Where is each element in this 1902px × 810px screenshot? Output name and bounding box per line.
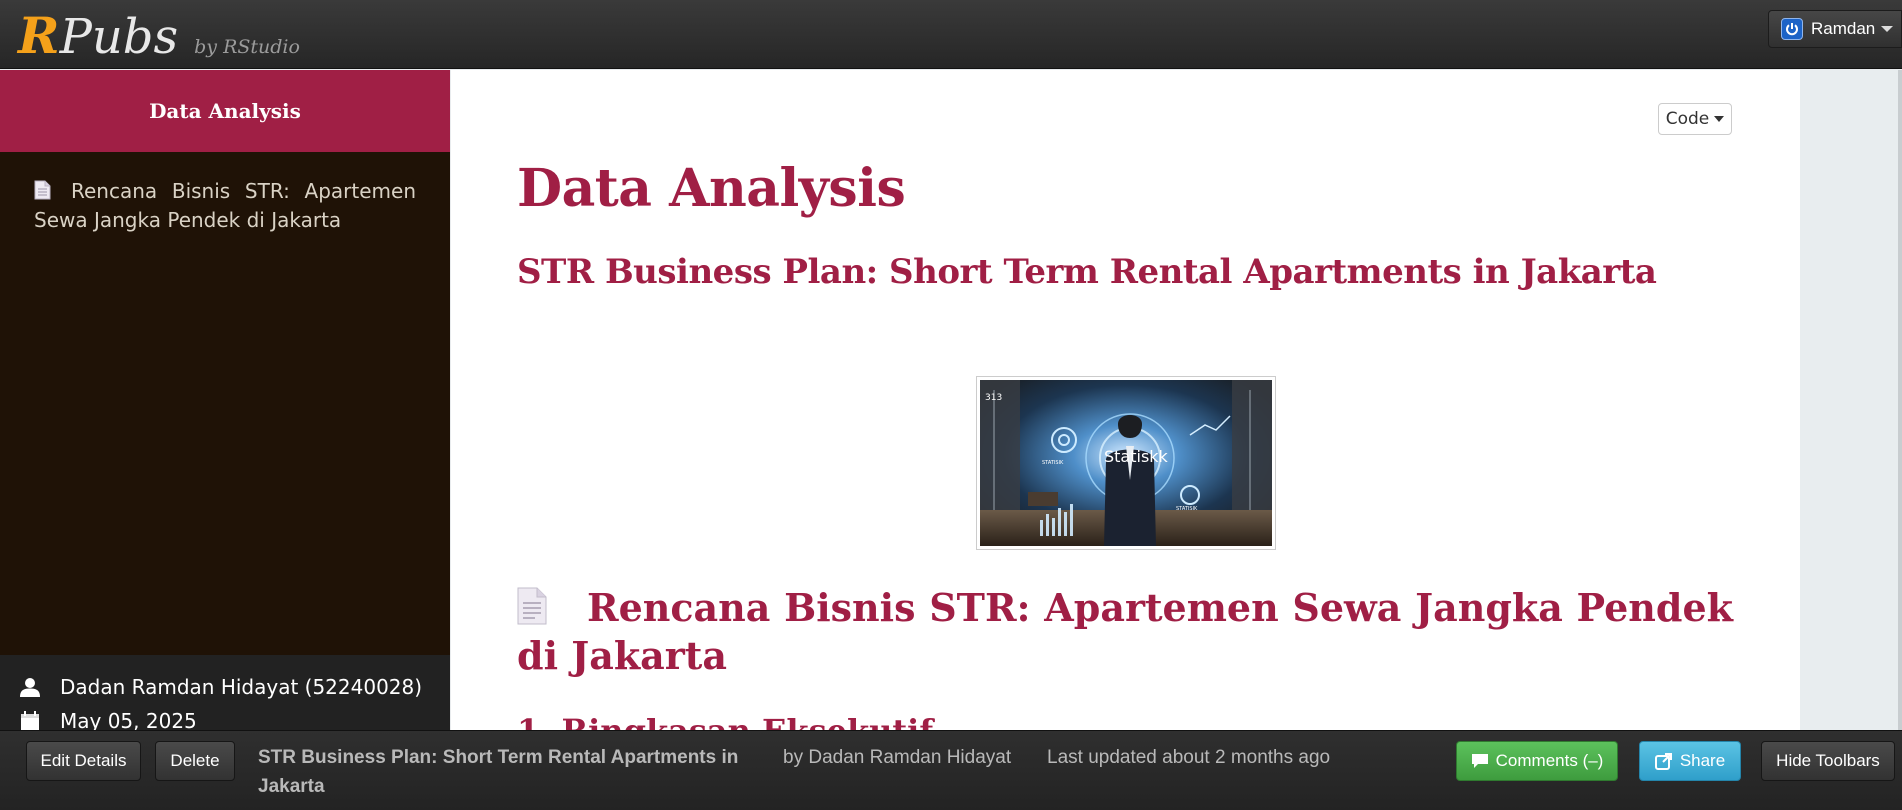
document-content: Code Data Analysis STR Business Plan: Sh… (451, 70, 1800, 730)
author-row: Dadan Ramdan Hidayat (52240028) (0, 670, 450, 704)
page-subtitle: STR Business Plan: Short Term Rental Apa… (517, 252, 1657, 292)
power-icon (1781, 18, 1803, 40)
user-icon (18, 676, 42, 698)
edit-details-button[interactable]: Edit Details (26, 741, 141, 781)
logo-by-rstudio: by RStudio (194, 36, 300, 58)
calendar-icon (18, 711, 42, 730)
image-label-statisik: STATISIK (1042, 460, 1064, 466)
page-title: Data Analysis (517, 158, 906, 219)
share-button[interactable]: Share (1639, 741, 1741, 781)
document-icon (34, 180, 51, 207)
chevron-down-icon (1714, 116, 1725, 122)
logo-pubs: Pubs (59, 9, 179, 65)
image-label-313: 313 (985, 393, 1002, 403)
document-icon (517, 587, 547, 634)
author-meta: Dadan Ramdan Hidayat (52240028) May 05, … (0, 655, 450, 730)
hide-toolbars-button[interactable]: Hide Toolbars (1761, 741, 1895, 781)
last-updated: Last updated about 2 months ago (1047, 747, 1331, 768)
comment-icon (1471, 753, 1489, 769)
date-row: May 05, 2025 (0, 704, 450, 730)
right-margin (1800, 70, 1902, 730)
toc-item[interactable]: Rencana Bisnis STR: Apartemen Sewa Jangk… (0, 152, 450, 234)
toc-item-label: Rencana Bisnis STR: Apartemen Sewa Jangk… (34, 179, 416, 232)
sidebar: Data Analysis Rencana Bisnis STR: Aparte… (0, 70, 450, 730)
chevron-down-icon (1881, 26, 1894, 32)
code-dropdown-button[interactable]: Code (1658, 103, 1732, 135)
share-icon (1654, 752, 1673, 770)
bottom-toolbar: Edit Details Delete STR Business Plan: S… (0, 730, 1902, 810)
share-label: Share (1679, 751, 1726, 770)
publish-date: May 05, 2025 (60, 709, 197, 730)
sidebar-title: Data Analysis (0, 70, 450, 152)
logo-r: R (18, 6, 60, 65)
rpubs-logo[interactable]: R Pubs by RStudio (18, 6, 300, 65)
delete-button[interactable]: Delete (155, 741, 235, 781)
image-label-statisik-2: STATISIK (1176, 506, 1198, 512)
document-title: STR Business Plan: Short Term Rental Apa… (258, 747, 739, 797)
code-button-label: Code (1665, 109, 1710, 129)
top-navbar: R Pubs by RStudio Ramdan (0, 0, 1902, 69)
next-heading: 1. Ringkasan Eksekutif (517, 712, 933, 730)
user-name: Ramdan (1811, 19, 1876, 38)
author-name: Dadan Ramdan Hidayat (52240028) (60, 675, 423, 699)
image-text: Statiskk (1104, 447, 1169, 466)
document-author: by Dadan Ramdan Hidayat (783, 747, 1012, 768)
section-heading-text: Rencana Bisnis STR: Apartemen Sewa Jangk… (517, 585, 1733, 678)
comments-button[interactable]: Comments (–) (1456, 741, 1618, 781)
comments-label: Comments (–) (1495, 751, 1604, 770)
hero-image: 313 STATISIK STATISIK Statiskk (976, 376, 1276, 550)
scrollbar[interactable] (1898, 70, 1902, 730)
user-menu-button[interactable]: Ramdan (1768, 10, 1902, 48)
section-heading: Rencana Bisnis STR: Apartemen Sewa Jangk… (517, 586, 1733, 678)
